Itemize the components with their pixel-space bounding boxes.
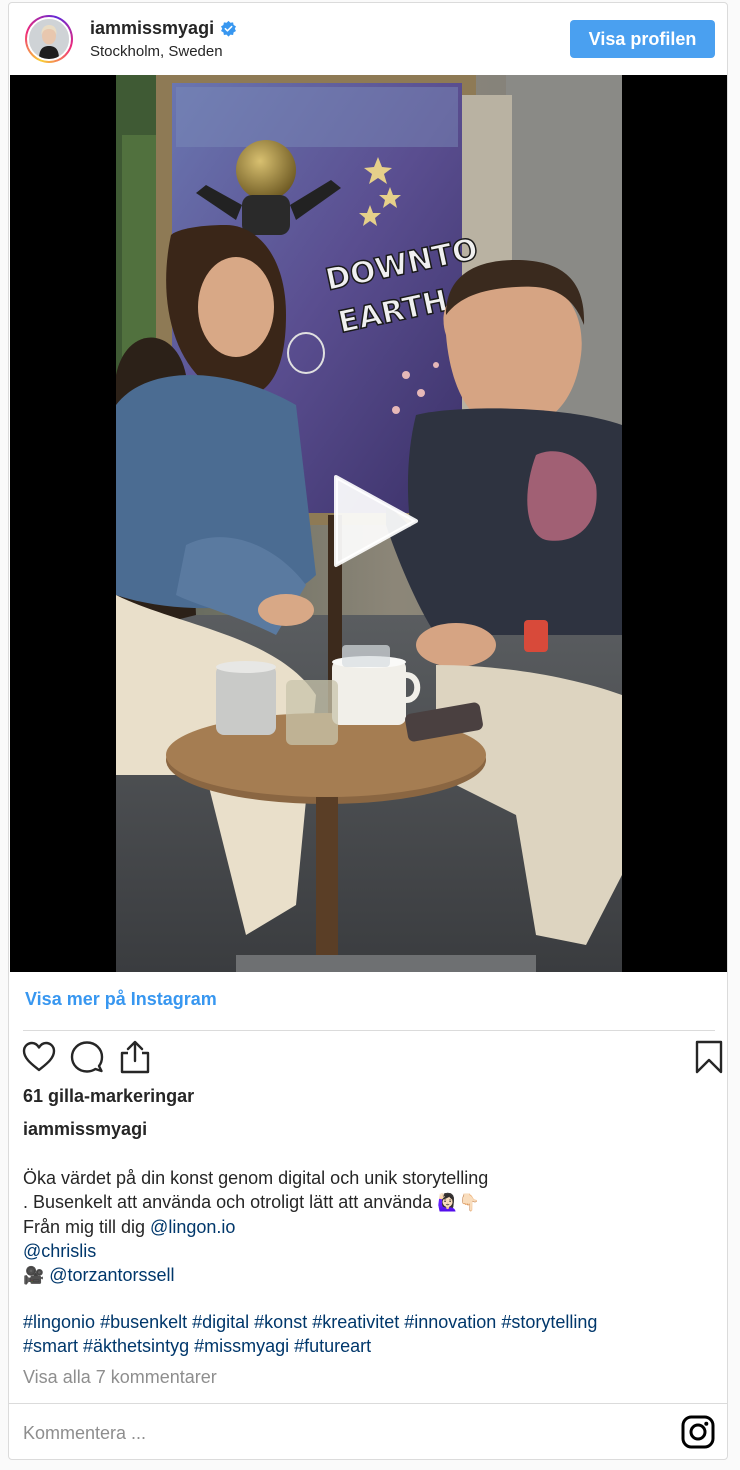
play-icon[interactable]	[330, 473, 420, 569]
comment-icon[interactable]	[69, 1039, 105, 1075]
comment-input[interactable]	[23, 1415, 623, 1451]
post-location[interactable]: Stockholm, Sweden	[90, 43, 223, 60]
caption-emoji: 🎥	[23, 1266, 45, 1286]
caption-username[interactable]: iammissmyagi	[23, 1119, 147, 1140]
instagram-logo-icon[interactable]	[681, 1415, 715, 1449]
caption-line: Öka värdet på din konst genom digital oc…	[23, 1168, 489, 1188]
mention-link[interactable]: @torzantorssell	[49, 1265, 174, 1285]
caption-line: Från mig till dig @lingon.io	[23, 1215, 713, 1239]
bookmark-icon[interactable]	[691, 1039, 727, 1075]
avatar-image	[27, 17, 71, 61]
view-all-comments-link[interactable]: Visa alla 7 kommentarer	[23, 1367, 217, 1388]
hashtag-line[interactable]: #lingonio #busenkelt #digital #konst #kr…	[23, 1310, 713, 1334]
heart-icon[interactable]	[21, 1039, 57, 1075]
view-more-on-instagram-link[interactable]: Visa mer på Instagram	[25, 989, 217, 1010]
avatar[interactable]	[25, 15, 73, 63]
post-caption: Öka värdet på din konst genom digital oc…	[23, 1166, 713, 1288]
like-count[interactable]: 61 gilla-markeringar	[23, 1086, 194, 1107]
username[interactable]: iammissmyagi	[90, 18, 214, 39]
caption-line: 🎥 @torzantorssell	[23, 1263, 713, 1288]
share-icon[interactable]	[117, 1039, 153, 1075]
caption-line: . Busenkelt att använda och otroligt lät…	[23, 1190, 713, 1215]
username-row: iammissmyagi	[90, 18, 237, 39]
caption-text: . Busenkelt att använda och otroligt lät…	[23, 1192, 433, 1212]
mention-link[interactable]: @chrislis	[23, 1241, 96, 1261]
hashtag-line[interactable]: #smart #äkthetsintyg #missmyagi #futurea…	[23, 1334, 713, 1358]
instagram-embed-card: iammissmyagi Stockholm, Sweden Visa prof…	[8, 2, 728, 1460]
post-video[interactable]: DOWNTO EARTH	[10, 75, 727, 972]
action-bar	[21, 1039, 723, 1079]
divider	[9, 1403, 727, 1404]
caption-emoji: 🙋🏻‍♀️👇🏻	[437, 1193, 480, 1213]
hashtags: #lingonio #busenkelt #digital #konst #kr…	[23, 1310, 713, 1358]
divider	[23, 1030, 715, 1031]
post-header: iammissmyagi Stockholm, Sweden Visa prof…	[9, 3, 727, 75]
verified-badge-icon	[221, 20, 237, 37]
caption-line: @chrislis	[23, 1239, 713, 1263]
mention-link[interactable]: @lingon.io	[150, 1217, 235, 1237]
view-profile-button[interactable]: Visa profilen	[570, 20, 715, 58]
caption-text: Från mig till dig	[23, 1217, 151, 1237]
